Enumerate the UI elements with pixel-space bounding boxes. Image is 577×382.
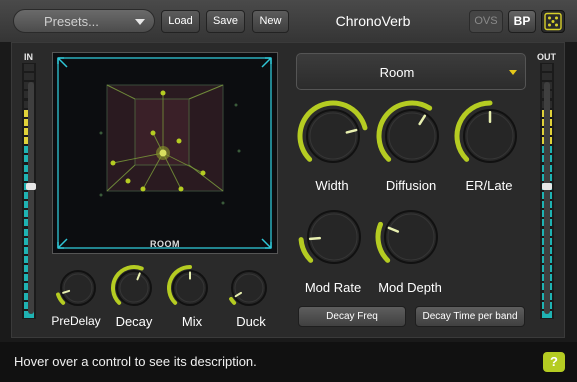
room-visualizer[interactable]: ROOM [52,52,278,254]
width-label: Width [315,178,349,193]
output-gain-thumb[interactable] [542,183,552,191]
diffusion-label: Diffusion [385,178,437,193]
top-toolbar: Presets... Load Save New ChronoVerb OVS … [0,0,577,42]
decay-time-per-band-button[interactable]: Decay Time per band [415,306,525,327]
ovs-button[interactable]: OVS [469,10,503,33]
room-3d-graphic [53,53,277,253]
status-text: Hover over a control to see its descript… [14,354,257,369]
width-knob[interactable] [296,99,370,178]
knob-body [116,270,152,306]
mod-rate-knob[interactable] [297,200,371,279]
chevron-down-icon [509,70,517,75]
er-late-label: ER/Late [465,178,513,193]
meter-segment [542,64,552,71]
chevron-down-icon [135,19,145,25]
mod-rate-label: Mod Rate [304,280,362,295]
diffusion-knob[interactable] [375,99,449,178]
new-button[interactable]: New [252,10,289,33]
presets-label: Presets... [44,14,99,29]
bp-button[interactable]: BP [508,10,536,33]
knob-body [60,270,96,306]
input-gain-thumb[interactable] [26,183,36,191]
er-late-knob[interactable] [453,99,527,178]
in-meter-label: IN [24,52,33,62]
help-button[interactable]: ? [543,352,565,372]
knob-body [384,210,438,264]
output-gain-slider[interactable] [542,82,552,314]
room-type-value: Room [379,65,415,80]
meter-segment [24,64,34,71]
room-type-dropdown[interactable]: Room [296,53,526,90]
predelay-knob[interactable] [53,263,103,318]
randomize-dice-button[interactable] [541,10,565,33]
meter-segment [542,73,552,81]
decay-label: Decay [115,314,153,329]
mod-depth-label: Mod Depth [378,280,442,295]
predelay-label: PreDelay [51,314,101,328]
decay-freq-button[interactable]: Decay Freq [298,306,406,327]
mod-depth-knob[interactable] [374,200,448,279]
load-button[interactable]: Load [161,10,200,33]
plugin-title: ChronoVerb [335,13,411,29]
status-bar: Hover over a control to see its descript… [0,342,577,382]
knob-pointer [308,236,321,241]
knob-value-arc [229,296,237,305]
knob-body [385,109,439,163]
decay-knob[interactable] [109,263,159,318]
knob-body [306,109,360,163]
duck-label: Duck [236,314,266,329]
room-view-label: ROOM [150,239,180,249]
out-meter-label: OUT [537,52,556,62]
knob-body [231,270,267,306]
input-gain-slider[interactable] [26,82,36,314]
dice-icon [544,12,562,31]
knob-body [307,210,361,264]
save-button[interactable]: Save [206,10,245,33]
mix-label: Mix [181,314,203,329]
duck-knob[interactable] [224,263,274,318]
presets-dropdown[interactable]: Presets... [13,9,155,33]
meter-segment [24,73,34,81]
mix-knob[interactable] [165,263,215,318]
